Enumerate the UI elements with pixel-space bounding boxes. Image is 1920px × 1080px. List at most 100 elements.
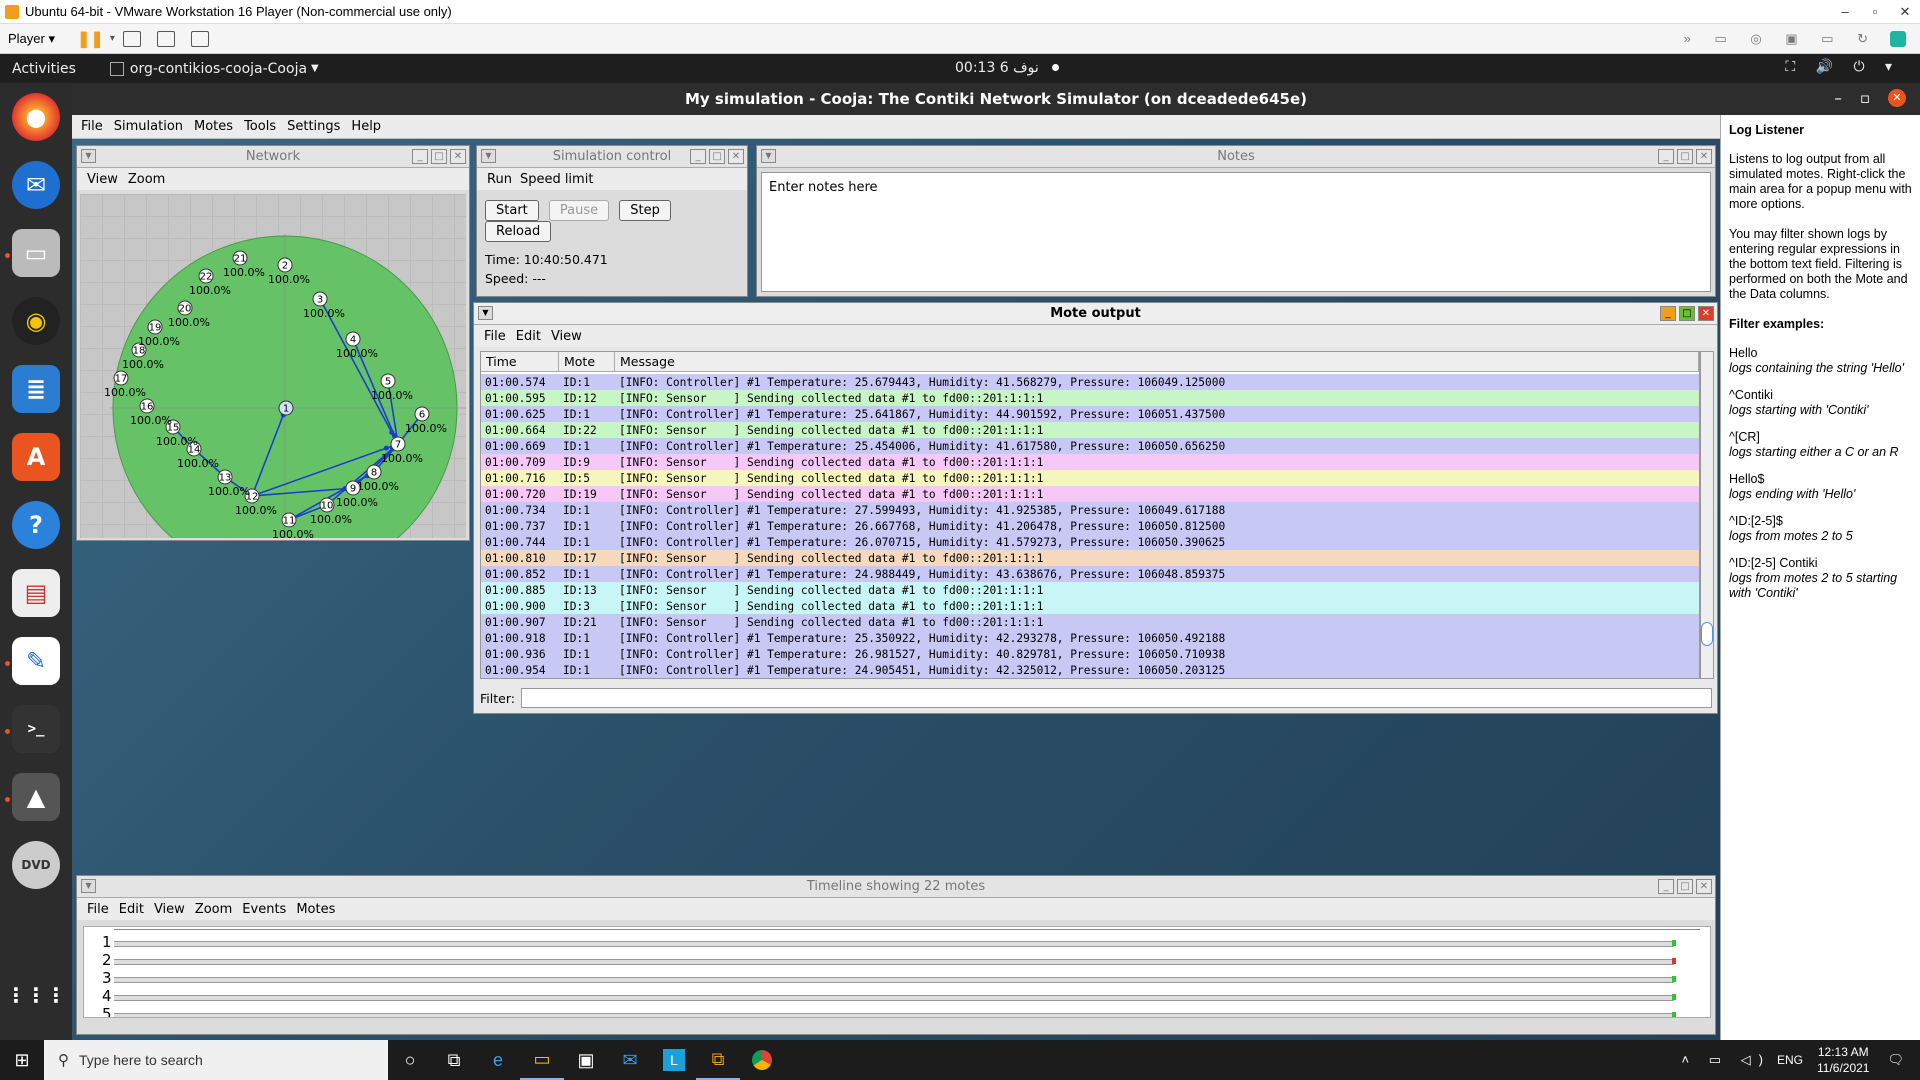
search-box[interactable]: ⚲ Type here to search xyxy=(44,1040,388,1080)
menu-speed-limit[interactable]: Speed limit xyxy=(520,172,593,187)
task-view-icon[interactable]: ⧉ xyxy=(432,1040,476,1080)
log-row[interactable]: 01:00.954 ID:1 [INFO: Controller] #1 Tempe… xyxy=(481,662,1699,678)
log-row[interactable]: 01:00.810 ID:17 [INFO: Sensor ] Sending co… xyxy=(481,550,1699,566)
maximize-icon[interactable]: □ xyxy=(1677,149,1693,164)
minimize-icon[interactable]: _ xyxy=(690,149,706,164)
send-ctrl-alt-del-icon[interactable] xyxy=(122,30,141,47)
app-menu[interactable]: org-contikios-cooja-Cooja ▼ xyxy=(109,61,319,77)
maximize-icon[interactable]: □ xyxy=(1679,306,1695,321)
timeline-track[interactable] xyxy=(114,1013,1674,1017)
pause-button[interactable]: Pause xyxy=(548,200,610,221)
store-icon[interactable]: ▣ xyxy=(564,1040,608,1080)
log-row[interactable]: 01:00.664 ID:22 [INFO: Sensor ] Sending co… xyxy=(481,422,1699,438)
timeline-menu-view[interactable]: View xyxy=(154,902,185,917)
writer-icon[interactable]: ≣ xyxy=(12,365,60,413)
mail-icon[interactable]: ✉ xyxy=(608,1040,652,1080)
help-icon[interactable]: ? xyxy=(12,501,60,549)
unity-icon[interactable] xyxy=(190,30,209,47)
document-viewer-icon[interactable]: ▤ xyxy=(12,569,60,617)
minimize-icon[interactable]: _ xyxy=(412,149,428,164)
window-menu-icon[interactable]: ▼ xyxy=(481,149,496,163)
start-button[interactable]: Start xyxy=(485,200,539,221)
log-row[interactable]: 01:00.744 ID:1 [INFO: Controller] #1 Tempe… xyxy=(481,534,1699,550)
log-row[interactable]: 01:00.709 ID:9 [INFO: Sensor ] Sending col… xyxy=(481,454,1699,470)
log-scrollbar[interactable] xyxy=(1700,351,1714,679)
timeline-menu-edit[interactable]: Edit xyxy=(119,902,144,917)
minimize-icon[interactable]: _ xyxy=(1660,306,1676,321)
l-app-icon[interactable]: L xyxy=(652,1040,696,1080)
timeline-menu-motes[interactable]: Motes xyxy=(296,902,335,917)
network-canvas[interactable]: 1 2 100.0% 3 100.0% 4 100.0% 5 100.0% 6 100.0% 7 100… xyxy=(80,194,466,538)
timeline-track[interactable] xyxy=(114,995,1674,1001)
scroll-thumb[interactable] xyxy=(1701,622,1713,646)
fit-guest-icon[interactable] xyxy=(156,30,175,47)
log-row[interactable]: 01:00.716 ID:5 [INFO: Sensor ] Sending col… xyxy=(481,470,1699,486)
close-icon[interactable]: ✕ xyxy=(1696,149,1712,164)
close-icon[interactable]: ✕ xyxy=(450,149,466,164)
pause-icon[interactable]: ❚❚ xyxy=(77,29,104,49)
chrome-icon[interactable] xyxy=(740,1040,784,1080)
log-row[interactable]: 01:00.595 ID:12 [INFO: Sensor ] Sending co… xyxy=(481,390,1699,406)
notes-textarea[interactable]: Enter notes here xyxy=(761,172,1711,292)
menu-help[interactable]: Help xyxy=(351,119,381,134)
log-row[interactable]: 01:00.669 ID:1 [INFO: Controller] #1 Tempe… xyxy=(481,438,1699,454)
dvd-icon[interactable]: DVD xyxy=(12,841,60,889)
minimize-icon[interactable]: – xyxy=(1834,89,1842,107)
minimize-icon[interactable]: _ xyxy=(1658,879,1674,894)
system-tray-icons[interactable]: ⛶ 🔊 ⏻ ▾ xyxy=(1785,59,1900,75)
files-icon[interactable]: ▭ xyxy=(12,229,60,277)
clock-area[interactable]: 12:13 AM 11/6/2021 xyxy=(1817,1044,1870,1076)
player-menu[interactable]: Player ▾ xyxy=(8,31,55,47)
menu-simulation[interactable]: Simulation xyxy=(114,119,183,134)
log-row[interactable]: 01:00.720 ID:19 [INFO: Sensor ] Sending co… xyxy=(481,486,1699,502)
log-row[interactable]: 01:00.574 ID:1 [INFO: Controller] #1 Tempe… xyxy=(481,374,1699,390)
notifications-icon[interactable]: 🗨 xyxy=(1887,1052,1904,1068)
close-button[interactable]: ✕ xyxy=(1890,4,1920,20)
text-editor-icon[interactable]: ✎ xyxy=(12,637,60,685)
network-menu-view[interactable]: View xyxy=(87,172,118,187)
minimize-button[interactable]: – xyxy=(1830,4,1860,19)
log-row[interactable]: 01:00.734 ID:1 [INFO: Controller] #1 Tempe… xyxy=(481,502,1699,518)
mote-menu-edit[interactable]: Edit xyxy=(516,329,541,344)
language-indicator[interactable]: ENG xyxy=(1777,1053,1803,1067)
edge-icon[interactable]: e xyxy=(476,1040,520,1080)
restore-icon[interactable]: ▫ xyxy=(1860,89,1870,107)
timeline-menu-zoom[interactable]: Zoom xyxy=(195,902,232,917)
log-row[interactable]: 01:00.907 ID:21 [INFO: Sensor ] Sending co… xyxy=(481,614,1699,630)
dropdown-icon[interactable]: ▾ xyxy=(110,33,115,44)
library-icon[interactable] xyxy=(1890,30,1906,47)
window-menu-icon[interactable]: ▼ xyxy=(81,879,96,893)
activities-button[interactable]: Activities xyxy=(12,61,76,77)
thunderbird-icon[interactable]: ✉ xyxy=(12,161,60,209)
log-row[interactable]: 01:00.936 ID:1 [INFO: Controller] #1 Tempe… xyxy=(481,646,1699,662)
log-row[interactable]: 01:00.918 ID:1 [INFO: Controller] #1 Tempe… xyxy=(481,630,1699,646)
devices-icon[interactable]: » ▭ ◎ ▣ ▭ ↻ xyxy=(1684,31,1878,47)
maximize-button[interactable]: ▫ xyxy=(1860,4,1890,19)
reload-button[interactable]: Reload xyxy=(485,221,552,242)
minimize-icon[interactable]: _ xyxy=(1658,149,1674,164)
show-apps-icon[interactable]: ⋮⋮⋮ xyxy=(6,971,66,1019)
log-row[interactable]: 01:00.737 ID:1 [INFO: Controller] #1 Tempe… xyxy=(481,518,1699,534)
java-duke-icon[interactable]: ▲ xyxy=(12,773,60,821)
log-row[interactable]: 01:00.885 ID:13 [INFO: Sensor ] Sending co… xyxy=(481,582,1699,598)
clock[interactable]: 00:13 6 نوف xyxy=(955,60,1039,76)
tray-icons[interactable]: ˄ ▭ ◁) xyxy=(1682,1052,1771,1068)
log-row[interactable]: 01:00.852 ID:1 [INFO: Controller] #1 Tempe… xyxy=(481,566,1699,582)
log-row[interactable]: 01:00.625 ID:1 [INFO: Controller] #1 Tempe… xyxy=(481,406,1699,422)
timeline-track[interactable] xyxy=(114,977,1674,983)
window-menu-icon[interactable]: ▼ xyxy=(478,306,493,320)
filter-input[interactable] xyxy=(520,688,1712,708)
close-icon[interactable]: ✕ xyxy=(728,149,744,164)
cortana-icon[interactable]: ○ xyxy=(388,1040,432,1080)
maximize-icon[interactable]: □ xyxy=(431,149,447,164)
mote-menu-file[interactable]: File xyxy=(484,329,506,344)
menu-motes[interactable]: Motes xyxy=(194,119,233,134)
window-menu-icon[interactable]: ▼ xyxy=(761,149,776,163)
col-mote[interactable]: Mote xyxy=(559,352,615,371)
timeline-menu-events[interactable]: Events xyxy=(242,902,286,917)
col-time[interactable]: Time xyxy=(481,352,559,371)
close-icon[interactable]: ✕ xyxy=(1888,89,1906,107)
network-menu-zoom[interactable]: Zoom xyxy=(128,172,165,187)
mote-menu-view[interactable]: View xyxy=(551,329,582,344)
network-graph[interactable]: 12100.0%3100.0%4100.0%5100.0%6100.0%7100… xyxy=(80,194,466,538)
